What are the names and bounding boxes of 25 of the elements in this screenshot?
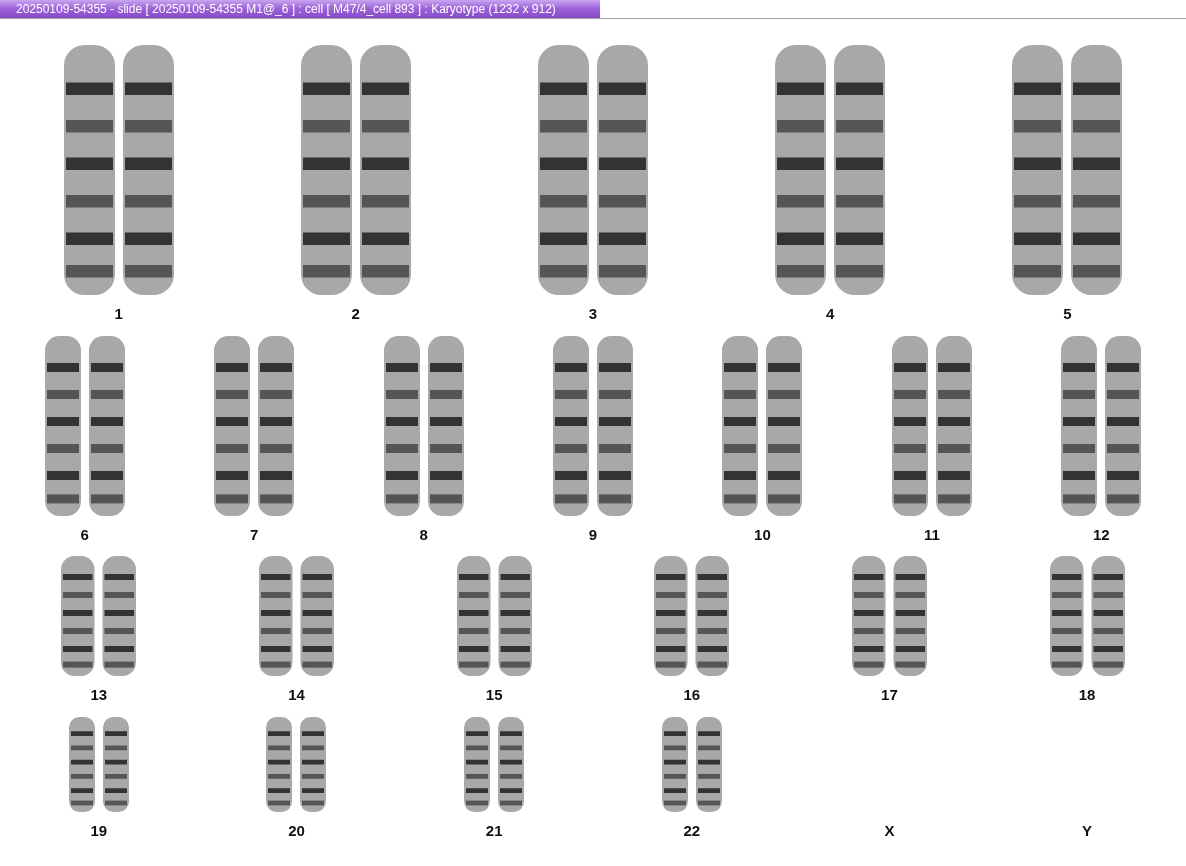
chromosome-number: 8 [419, 524, 428, 545]
chromosome-number: 16 [683, 685, 701, 705]
chromosome-number: 21 [485, 820, 503, 841]
chromosome-number: 18 [1078, 685, 1096, 705]
chromosome-number: 11 [923, 524, 940, 545]
chromosome-number: 12 [1092, 524, 1110, 545]
chromosome-number: 4 [826, 304, 835, 324]
chromosome-number: 22 [683, 820, 701, 841]
chromosome-number: 1 [114, 304, 123, 324]
chromosome-number: X [884, 820, 895, 841]
chromosome-number: 10 [754, 524, 771, 545]
chromosome-number: 2 [351, 304, 360, 324]
chromosome-number: 9 [588, 524, 598, 545]
chromosome-number: 19 [90, 820, 108, 841]
chromosome-number: 13 [90, 685, 108, 705]
window-title: 20250109-54355 - slide [ 20250109-54355 M1@_6 ] : cell [ M47/4_cell 893 ] : Karyotype (1232 x 912) [0, 0, 600, 18]
chromosome-number: 3 [588, 304, 598, 324]
chromosome-number: 6 [80, 524, 89, 545]
chromosome-number: 17 [881, 685, 898, 705]
chromosome-number: Y [1082, 820, 1093, 841]
chromosome-number: 7 [249, 524, 259, 545]
chromosome-number: 5 [1063, 304, 1072, 324]
chromosome-number: 20 [288, 820, 305, 841]
chromosome-number: 15 [485, 685, 503, 705]
chromosome-number: 14 [288, 685, 305, 705]
